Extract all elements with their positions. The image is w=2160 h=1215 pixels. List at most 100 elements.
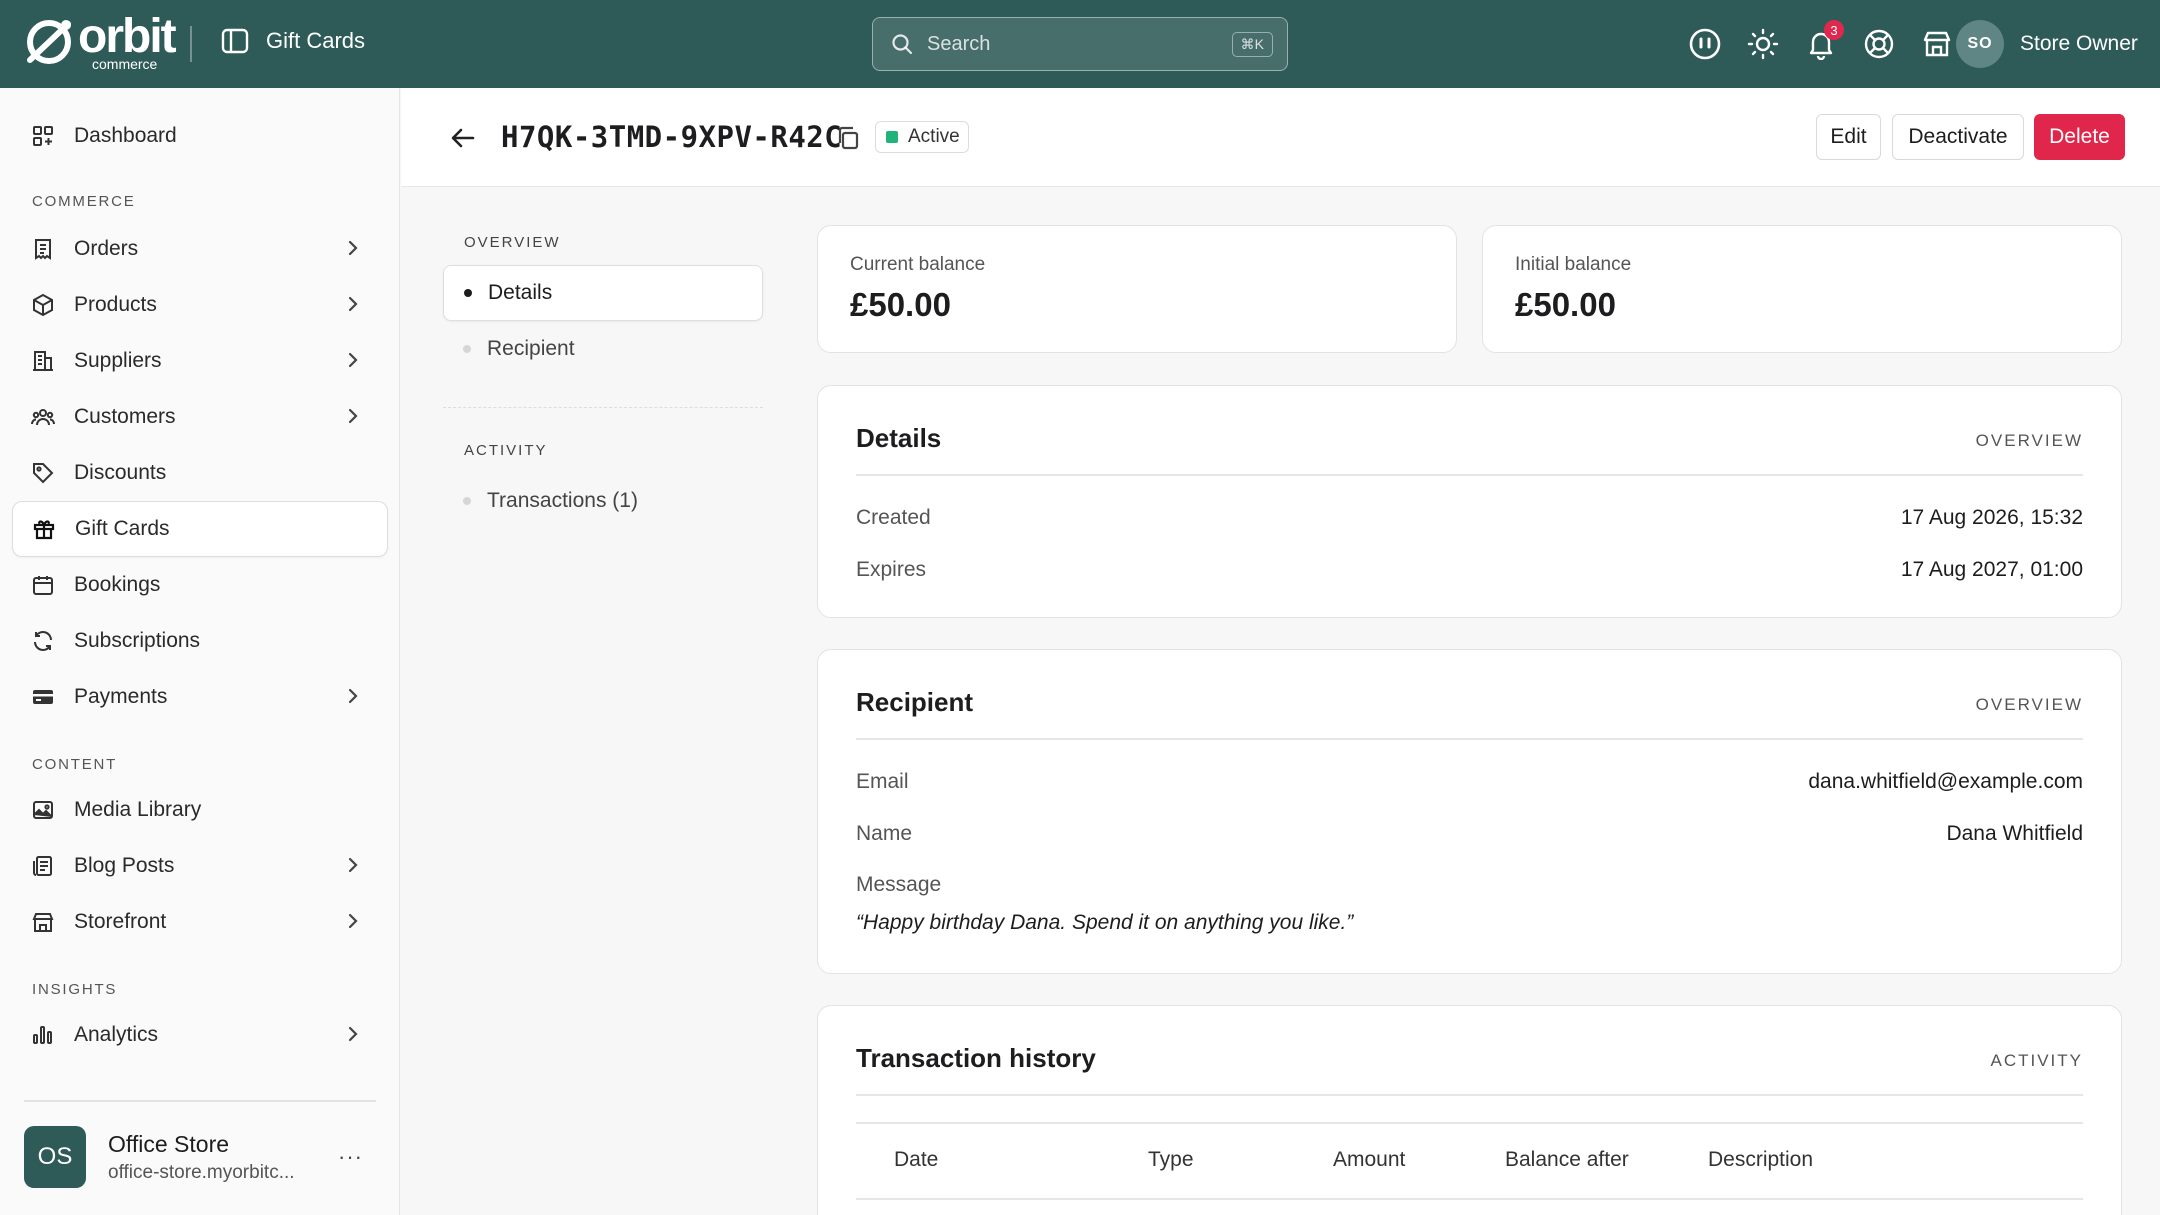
sidebar-item-label: Suppliers — [74, 349, 162, 372]
column-header-type[interactable]: Type — [1148, 1148, 1194, 1172]
sidebar-item-label: Orders — [74, 237, 139, 260]
image-icon — [30, 797, 56, 823]
store-avatar: OS — [24, 1126, 86, 1188]
sidebar-item-analytics[interactable]: Analytics — [12, 1007, 388, 1063]
sidebar-item-storefront[interactable]: Storefront — [12, 894, 388, 950]
column-header-date[interactable]: Date — [894, 1148, 938, 1172]
sun-icon — [1747, 28, 1779, 60]
credit-card-icon — [30, 684, 56, 710]
deactivate-button[interactable]: Deactivate — [1892, 114, 2024, 160]
sidebar-item-gift-cards[interactable]: Gift Cards — [12, 501, 388, 557]
subnav-bullet — [463, 345, 471, 353]
lifebuoy-icon — [1864, 29, 1894, 59]
sidebar-item-payments[interactable]: Payments — [12, 669, 388, 725]
subnav-overview-label: OVERVIEW — [464, 234, 561, 251]
refresh-icon — [30, 628, 56, 654]
sidebar: Dashboard COMMERCE Orders Products Suppl… — [0, 88, 400, 1215]
column-header-description[interactable]: Description — [1708, 1148, 1813, 1172]
recipient-tag: OVERVIEW — [1975, 695, 2083, 714]
status-badge: Active — [875, 121, 969, 153]
search-bar[interactable]: Search ⌘K — [872, 17, 1288, 71]
sidebar-item-discounts[interactable]: Discounts — [12, 445, 388, 501]
store-icon — [30, 909, 56, 935]
copy-icon[interactable] — [835, 125, 861, 151]
sidebar-item-label: Media Library — [74, 798, 202, 821]
store-name: Office Store — [108, 1130, 230, 1157]
back-arrow-icon[interactable] — [449, 124, 477, 152]
gift-icon — [31, 516, 57, 542]
delete-button[interactable]: Delete — [2034, 114, 2125, 160]
subnav-activity-label: ACTIVITY — [464, 442, 548, 459]
sidebar-item-label: Discounts — [74, 461, 167, 484]
section-content: CONTENT — [32, 756, 118, 773]
calendar-icon — [30, 572, 56, 598]
sidebar-item-customers[interactable]: Customers — [12, 389, 388, 445]
sidebar-item-subscriptions[interactable]: Subscriptions — [12, 613, 388, 669]
logo-sub: commerce — [92, 56, 158, 72]
message-label: Message — [856, 873, 942, 896]
created-value: 17 Aug 2026, 15:32 — [1900, 506, 2083, 529]
chevron-right-icon — [348, 240, 358, 256]
status-text: Active — [908, 126, 960, 147]
chevron-right-icon — [348, 408, 358, 424]
subnav-label: Transactions (1) — [487, 489, 638, 512]
sidebar-item-products[interactable]: Products — [12, 277, 388, 333]
box-icon — [30, 292, 56, 318]
users-icon — [30, 404, 56, 430]
store-switcher[interactable]: OS Office Store office-store.myorbitc... — [24, 1126, 295, 1188]
sidebar-item-label: Bookings — [74, 573, 161, 596]
header-icons: 3 — [1688, 20, 1954, 64]
message-value: “Happy birthday Dana. Spend it on anythi… — [856, 911, 1354, 934]
recipient-card: Recipient OVERVIEW Email dana.whitfield@… — [817, 649, 2122, 974]
store-url: office-store.myorbitc... — [108, 1161, 295, 1183]
expires-label: Expires — [856, 558, 927, 581]
building-icon — [30, 348, 56, 374]
sidebar-item-label: Products — [74, 293, 157, 316]
search-placeholder: Search — [927, 32, 991, 55]
sidebar-item-media-library[interactable]: Media Library — [12, 782, 388, 838]
notifications-button[interactable]: 3 — [1804, 20, 1844, 64]
column-header-amount[interactable]: Amount — [1333, 1148, 1405, 1172]
subnav-recipient[interactable]: Recipient — [443, 321, 763, 377]
more-icon[interactable]: ··· — [338, 1144, 363, 1170]
document-icon — [30, 853, 56, 879]
help-button[interactable] — [1862, 24, 1896, 64]
subnav-details[interactable]: Details — [443, 265, 763, 321]
status-dot — [886, 131, 898, 143]
current-balance-card: Current balance £50.00 — [817, 225, 1457, 353]
sidebar-item-label: Customers — [74, 405, 176, 428]
dashboard-icon — [30, 123, 56, 149]
storefront-button[interactable] — [1920, 24, 1954, 64]
sidebar-item-suppliers[interactable]: Suppliers — [12, 333, 388, 389]
bar-chart-icon — [30, 1022, 56, 1048]
current-balance-value: £50.00 — [850, 286, 951, 323]
receipt-icon — [30, 236, 56, 262]
name-label: Name — [856, 822, 913, 845]
search-icon — [892, 34, 913, 55]
sidebar-item-blog-posts[interactable]: Blog Posts — [12, 838, 388, 894]
logo-word: orbit — [78, 10, 177, 63]
sidebar-item-bookings[interactable]: Bookings — [12, 557, 388, 613]
theme-toggle-button[interactable] — [1746, 24, 1780, 64]
page-title: Gift Cards — [266, 28, 366, 53]
edit-button[interactable]: Edit — [1816, 114, 1881, 160]
table-header-top-line — [856, 1122, 2083, 1124]
page-title-area: Gift Cards — [220, 26, 365, 56]
column-header-balance-after[interactable]: Balance after — [1505, 1148, 1629, 1172]
table-header-bottom-line — [856, 1198, 2083, 1200]
details-title: Details — [856, 423, 942, 453]
chevron-right-icon — [348, 688, 358, 704]
assistant-button[interactable] — [1688, 24, 1722, 64]
section-commerce: COMMERCE — [32, 193, 136, 210]
sidebar-toggle-icon[interactable] — [220, 26, 250, 56]
transactions-tag: ACTIVITY — [1990, 1051, 2083, 1070]
subnav-bullet — [463, 497, 471, 505]
subnav-label: Details — [488, 281, 553, 304]
sidebar-item-dashboard[interactable]: Dashboard — [12, 108, 388, 164]
chevron-right-icon — [348, 352, 358, 368]
sidebar-item-orders[interactable]: Orders — [12, 221, 388, 277]
name-value: Dana Whitfield — [1946, 822, 2083, 845]
orbit-logo[interactable]: orbit commerce — [24, 10, 177, 72]
subnav-transactions[interactable]: Transactions (1) — [443, 473, 763, 529]
user-menu[interactable]: SO Store Owner — [1956, 20, 2138, 68]
